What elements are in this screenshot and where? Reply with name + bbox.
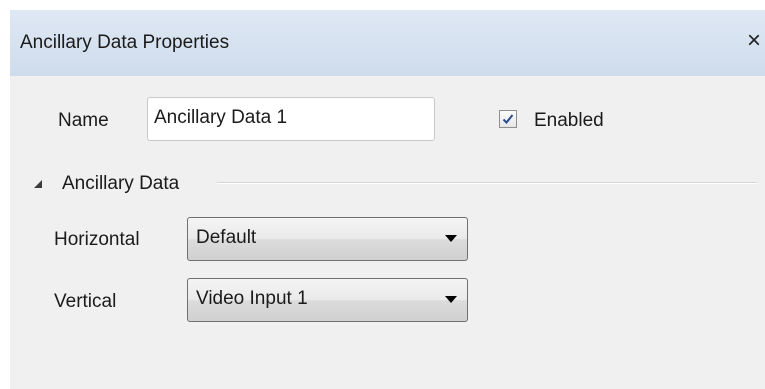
enabled-checkbox[interactable]	[499, 110, 517, 128]
enabled-label[interactable]: Enabled	[534, 110, 604, 132]
properties-panel: Ancillary Data Properties × Name Ancilla…	[10, 10, 765, 389]
vertical-select[interactable]: Video Input 1	[187, 278, 468, 322]
collapse-triangle-icon[interactable]	[32, 178, 44, 190]
section-title[interactable]: Ancillary Data	[62, 173, 179, 195]
horizontal-label: Horizontal	[54, 229, 140, 250]
dropdown-arrow-icon	[445, 235, 457, 242]
vertical-label: Vertical	[54, 291, 117, 312]
vertical-select-value: Video Input 1	[196, 288, 308, 309]
name-label: Name	[58, 110, 109, 131]
dropdown-arrow-icon	[445, 296, 457, 303]
horizontal-select-value: Default	[196, 227, 257, 248]
close-icon[interactable]: ×	[743, 28, 765, 54]
name-input[interactable]: Ancillary Data 1	[147, 97, 435, 141]
checkmark-icon	[502, 114, 514, 124]
panel-title: Ancillary Data Properties	[20, 32, 230, 53]
horizontal-select[interactable]: Default	[187, 217, 468, 261]
title-bar: Ancillary Data Properties ×	[10, 10, 765, 76]
section-divider-highlight	[217, 183, 757, 184]
